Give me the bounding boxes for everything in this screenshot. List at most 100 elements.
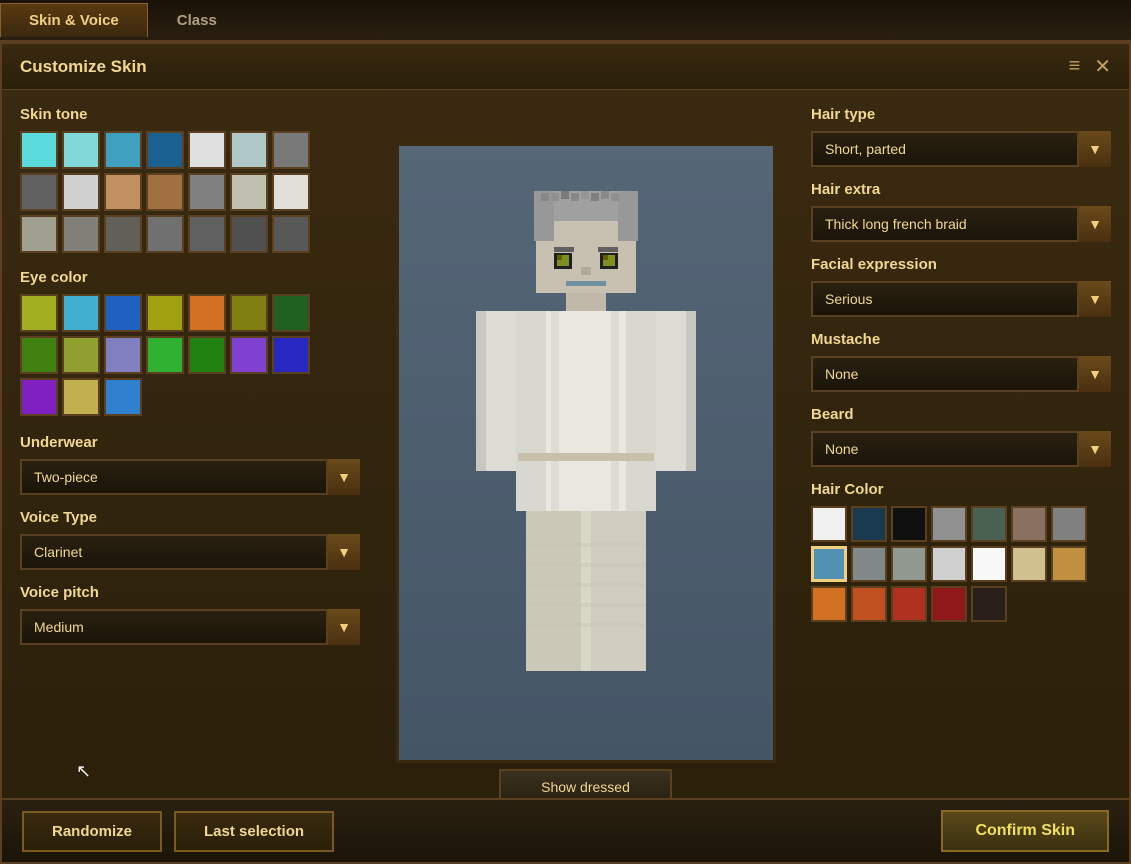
- skin-tone-swatch-15[interactable]: [62, 215, 100, 253]
- skin-tone-swatch-16[interactable]: [104, 215, 142, 253]
- voice-pitch-dropdown[interactable]: Medium ▼: [20, 609, 360, 645]
- menu-icon[interactable]: ≡: [1069, 55, 1081, 78]
- skin-tone-swatch-6[interactable]: [272, 131, 310, 169]
- voice-pitch-dropdown-btn[interactable]: ▼: [326, 609, 360, 645]
- skin-tone-swatch-14[interactable]: [20, 215, 58, 253]
- randomize-button[interactable]: Randomize: [22, 811, 162, 852]
- hair-extra-dropdown-btn[interactable]: ▼: [1077, 206, 1111, 242]
- hair-type-value[interactable]: Short, parted: [811, 131, 1111, 167]
- skin-tone-swatch-13[interactable]: [272, 173, 310, 211]
- skin-tone-swatch-19[interactable]: [230, 215, 268, 253]
- skin-tone-swatch-10[interactable]: [146, 173, 184, 211]
- skin-tone-swatch-18[interactable]: [188, 215, 226, 253]
- voice-type-dropdown-btn[interactable]: ▼: [326, 534, 360, 570]
- hair-color-swatch-14[interactable]: [811, 586, 847, 622]
- hair-type-dropdown[interactable]: Short, parted ▼: [811, 131, 1111, 167]
- facial-expression-dropdown-btn[interactable]: ▼: [1077, 281, 1111, 317]
- beard-dropdown-btn[interactable]: ▼: [1077, 431, 1111, 467]
- robe-left-shadow: [516, 311, 546, 511]
- eye-color-swatch-15[interactable]: [62, 378, 100, 416]
- eye-color-swatch-16[interactable]: [104, 378, 142, 416]
- eye-color-swatch-13[interactable]: [272, 336, 310, 374]
- eye-color-swatch-8[interactable]: [62, 336, 100, 374]
- hair-color-swatch-6[interactable]: [1051, 506, 1087, 542]
- belt-line: [518, 453, 654, 461]
- close-icon[interactable]: ✕: [1094, 54, 1111, 79]
- underwear-value[interactable]: Two-piece: [20, 459, 360, 495]
- hair-color-swatch-9[interactable]: [891, 546, 927, 582]
- eye-color-swatch-4[interactable]: [188, 294, 226, 332]
- hair-color-swatch-18[interactable]: [971, 586, 1007, 622]
- eye-color-swatch-0[interactable]: [20, 294, 58, 332]
- eye-color-swatch-14[interactable]: [20, 378, 58, 416]
- eye-color-swatch-7[interactable]: [20, 336, 58, 374]
- hair-type-dropdown-btn[interactable]: ▼: [1077, 131, 1111, 167]
- facial-expression-dropdown[interactable]: Serious ▼: [811, 281, 1111, 317]
- skin-tone-swatch-5[interactable]: [230, 131, 268, 169]
- hair-color-swatch-1[interactable]: [851, 506, 887, 542]
- skin-tone-grid: [20, 131, 360, 253]
- hair-color-swatch-11[interactable]: [971, 546, 1007, 582]
- leg-right: [591, 511, 646, 671]
- eye-color-swatch-12[interactable]: [230, 336, 268, 374]
- hair-color-swatch-2[interactable]: [891, 506, 927, 542]
- confirm-skin-button[interactable]: Confirm Skin: [941, 810, 1109, 852]
- hair-extra-value[interactable]: Thick long french braid: [811, 206, 1111, 242]
- voice-type-dropdown[interactable]: Clarinet ▼: [20, 534, 360, 570]
- eye-color-swatch-3[interactable]: [146, 294, 184, 332]
- eye-color-swatch-11[interactable]: [188, 336, 226, 374]
- eye-color-swatch-10[interactable]: [146, 336, 184, 374]
- skin-tone-swatch-8[interactable]: [62, 173, 100, 211]
- hair-color-swatch-0[interactable]: [811, 506, 847, 542]
- main-window: Customize Skin ≡ ✕ Skin tone Eye color U…: [0, 42, 1131, 864]
- underwear-dropdown[interactable]: Two-piece ▼: [20, 459, 360, 495]
- hair-color-swatch-7[interactable]: [811, 546, 847, 582]
- eye-color-swatch-5[interactable]: [230, 294, 268, 332]
- leg-left: [526, 511, 581, 671]
- eye-color-swatch-1[interactable]: [62, 294, 100, 332]
- skin-tone-swatch-1[interactable]: [62, 131, 100, 169]
- voice-type-value[interactable]: Clarinet: [20, 534, 360, 570]
- hair-type-label: Hair type: [811, 106, 1111, 123]
- hair-color-swatch-12[interactable]: [1011, 546, 1047, 582]
- eye-color-swatch-6[interactable]: [272, 294, 310, 332]
- eye-right-pupil: [603, 255, 608, 260]
- beard-dropdown[interactable]: None ▼: [811, 431, 1111, 467]
- hair-color-swatch-5[interactable]: [1011, 506, 1047, 542]
- hair-color-swatch-17[interactable]: [931, 586, 967, 622]
- hair-color-swatch-3[interactable]: [931, 506, 967, 542]
- eye-color-swatch-2[interactable]: [104, 294, 142, 332]
- skin-tone-swatch-12[interactable]: [230, 173, 268, 211]
- hair-color-swatch-15[interactable]: [851, 586, 887, 622]
- eye-color-swatch-9[interactable]: [104, 336, 142, 374]
- skin-tone-swatch-20[interactable]: [272, 215, 310, 253]
- facial-expression-label: Facial expression: [811, 256, 1111, 273]
- beard-value[interactable]: None: [811, 431, 1111, 467]
- hair-color-swatch-4[interactable]: [971, 506, 1007, 542]
- skin-tone-swatch-11[interactable]: [188, 173, 226, 211]
- hair-color-swatch-13[interactable]: [1051, 546, 1087, 582]
- mustache-dropdown-btn[interactable]: ▼: [1077, 356, 1111, 392]
- voice-pitch-value[interactable]: Medium: [20, 609, 360, 645]
- mustache-dropdown[interactable]: None ▼: [811, 356, 1111, 392]
- skin-tone-swatch-3[interactable]: [146, 131, 184, 169]
- mustache-value[interactable]: None: [811, 356, 1111, 392]
- skin-tone-swatch-17[interactable]: [146, 215, 184, 253]
- last-selection-button[interactable]: Last selection: [174, 811, 334, 852]
- hair-color-swatch-8[interactable]: [851, 546, 887, 582]
- hair-color-swatch-16[interactable]: [891, 586, 927, 622]
- underwear-dropdown-btn[interactable]: ▼: [326, 459, 360, 495]
- facial-expression-value[interactable]: Serious: [811, 281, 1111, 317]
- skin-tone-swatch-7[interactable]: [20, 173, 58, 211]
- tab-class[interactable]: Class: [148, 3, 246, 38]
- hair-right: [618, 191, 638, 241]
- skin-tone-swatch-4[interactable]: [188, 131, 226, 169]
- tab-skin-voice[interactable]: Skin & Voice: [0, 3, 148, 37]
- arm-left-shadow: [476, 311, 486, 471]
- skin-tone-swatch-9[interactable]: [104, 173, 142, 211]
- hair-color-swatch-10[interactable]: [931, 546, 967, 582]
- hair-extra-dropdown[interactable]: Thick long french braid ▼: [811, 206, 1111, 242]
- hair-color-label: Hair Color: [811, 481, 1111, 498]
- skin-tone-swatch-2[interactable]: [104, 131, 142, 169]
- skin-tone-swatch-0[interactable]: [20, 131, 58, 169]
